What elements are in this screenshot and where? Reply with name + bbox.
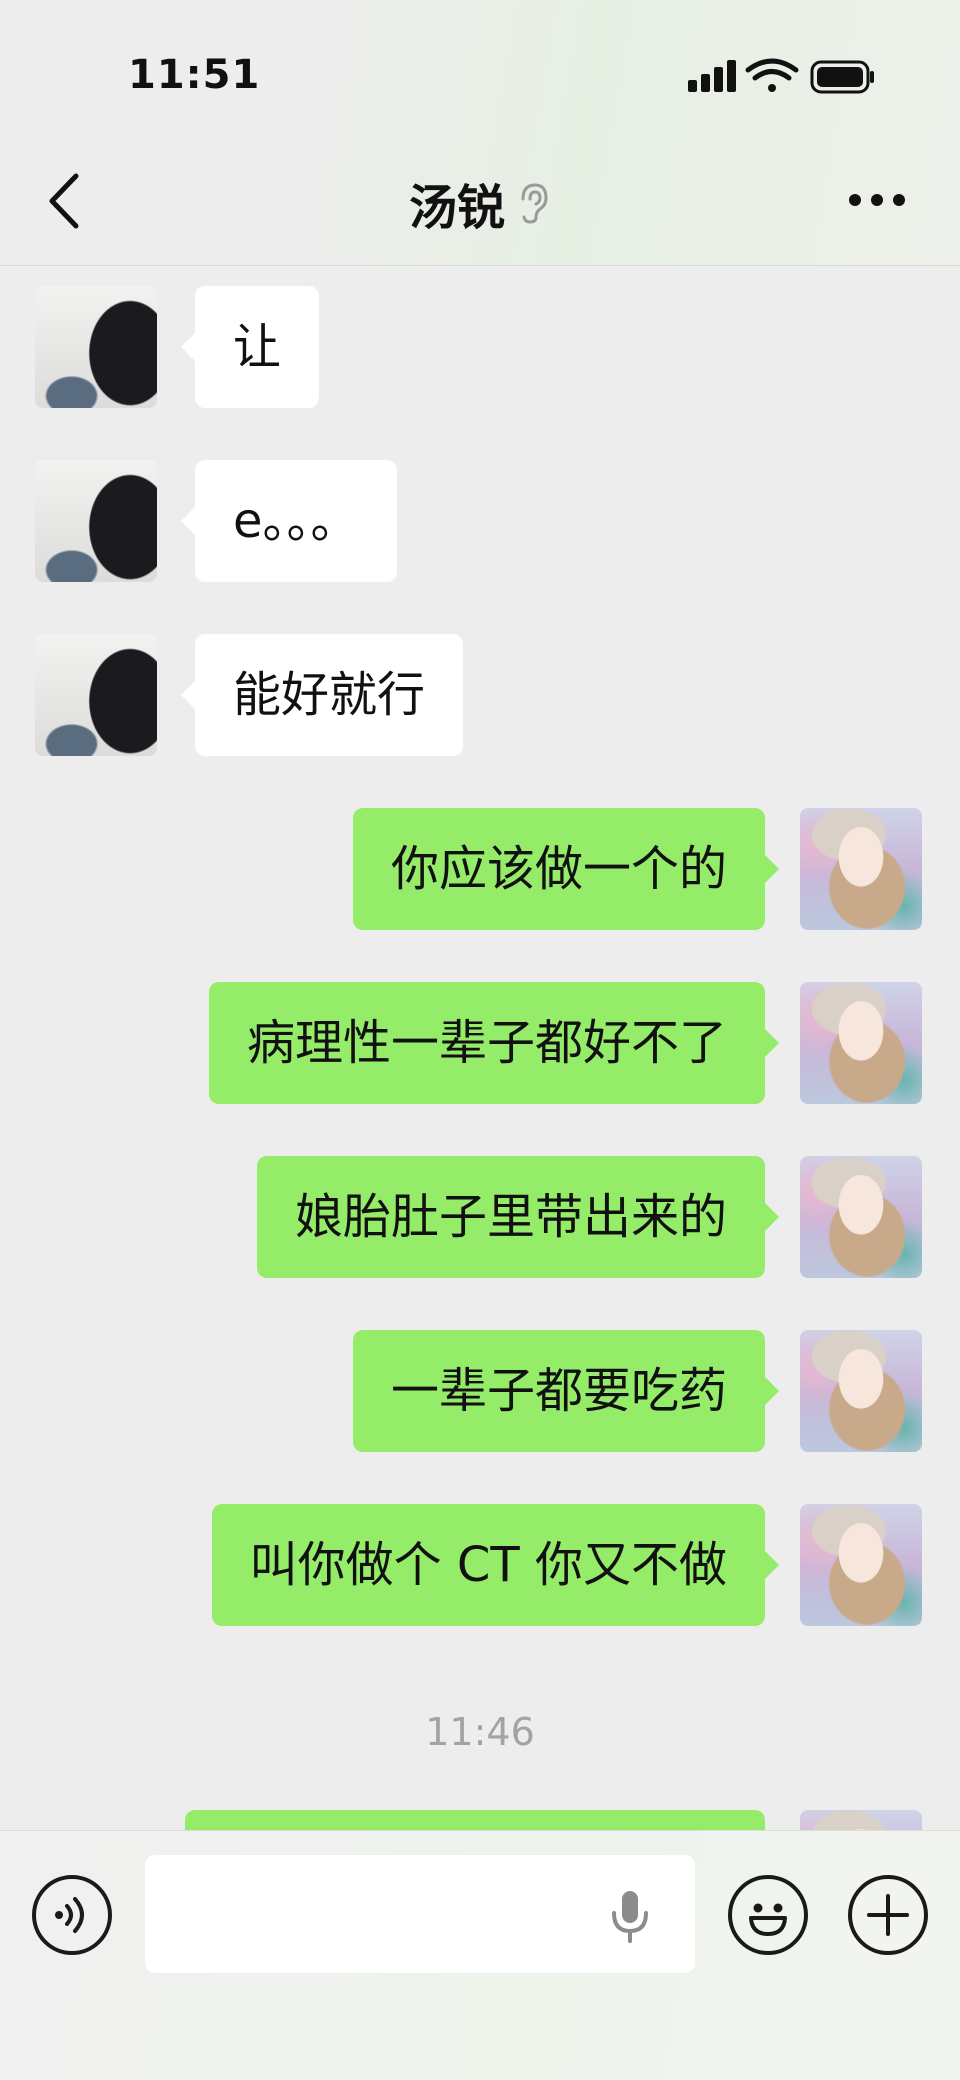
my-avatar[interactable] bbox=[800, 1504, 922, 1626]
message-row: 让 bbox=[0, 286, 960, 410]
battery-icon bbox=[810, 60, 874, 94]
status-icons bbox=[686, 58, 876, 98]
contact-avatar[interactable] bbox=[35, 286, 157, 408]
my-avatar[interactable] bbox=[800, 982, 922, 1104]
message-list[interactable]: 让 e。。。 能好就行 你应该做一个的 病理性一辈子都好不了 娘胎肚子里带出来的… bbox=[0, 266, 960, 1830]
cellular-signal-icon bbox=[688, 60, 736, 92]
my-avatar[interactable] bbox=[800, 808, 922, 930]
contact-avatar[interactable] bbox=[35, 634, 157, 756]
emoji-button[interactable] bbox=[728, 1875, 808, 1955]
ear-icon bbox=[521, 183, 548, 224]
message-input-box[interactable] bbox=[145, 1855, 695, 1973]
outgoing-message-bubble[interactable]: 你应该做一个的 bbox=[352, 808, 780, 930]
incoming-message-bubble[interactable]: 能好就行 bbox=[180, 634, 464, 756]
chat-title-bar: 汤锐 bbox=[0, 168, 960, 238]
input-bar bbox=[0, 1830, 960, 2080]
outgoing-message-bubble[interactable]: 叫你做个 CT 你又不做 bbox=[211, 1504, 780, 1626]
outgoing-message-bubble[interactable] bbox=[185, 1810, 765, 1830]
outgoing-message-bubble[interactable]: 病理性一辈子都好不了 bbox=[208, 982, 780, 1104]
message-timestamp: 11:46 bbox=[425, 1710, 535, 1754]
message-row: 叫你做个 CT 你又不做 bbox=[0, 1504, 960, 1628]
voice-mode-button[interactable] bbox=[32, 1875, 112, 1955]
incoming-message-bubble[interactable]: 让 bbox=[180, 286, 320, 408]
microphone-icon[interactable] bbox=[605, 1889, 655, 1943]
my-avatar[interactable] bbox=[800, 1810, 922, 1830]
top-bar: 11:51 汤锐 bbox=[0, 0, 960, 266]
page-title: 汤锐 bbox=[408, 180, 505, 236]
outgoing-message-bubble[interactable]: 一辈子都要吃药 bbox=[352, 1330, 780, 1452]
message-row: 你应该做一个的 bbox=[0, 808, 960, 932]
voice-mode-icon bbox=[55, 1897, 84, 1933]
message-input[interactable] bbox=[165, 1875, 589, 1955]
more-button[interactable] bbox=[845, 180, 909, 220]
message-row: 一辈子都要吃药 bbox=[0, 1330, 960, 1454]
message-row: 娘胎肚子里带出来的 bbox=[0, 1156, 960, 1280]
contact-avatar[interactable] bbox=[35, 460, 157, 582]
emoji-icon bbox=[749, 1903, 787, 1936]
my-avatar[interactable] bbox=[800, 1330, 922, 1452]
incoming-message-bubble[interactable]: e。。。 bbox=[181, 460, 397, 582]
outgoing-message-bubble[interactable]: 娘胎肚子里带出来的 bbox=[256, 1156, 780, 1278]
plus-icon bbox=[867, 1894, 909, 1936]
status-time: 11:51 bbox=[128, 52, 261, 98]
message-row: 能好就行 bbox=[0, 634, 960, 758]
message-row: e。。。 bbox=[0, 460, 960, 584]
plus-button[interactable] bbox=[848, 1875, 928, 1955]
message-row: 病理性一辈子都好不了 bbox=[0, 982, 960, 1106]
my-avatar[interactable] bbox=[800, 1156, 922, 1278]
more-dots-icon bbox=[849, 194, 905, 206]
message-row bbox=[0, 1810, 960, 1830]
wifi-icon bbox=[745, 58, 799, 92]
